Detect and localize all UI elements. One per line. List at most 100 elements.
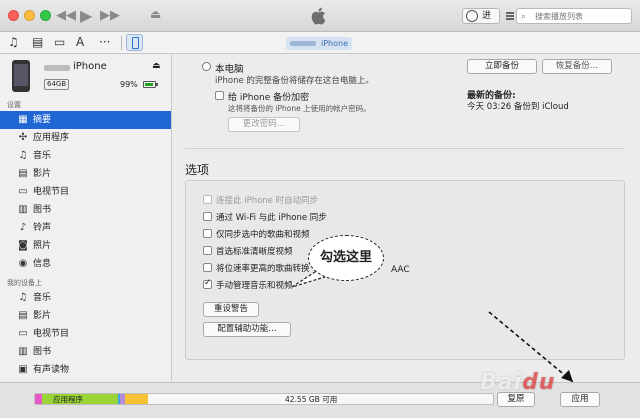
encrypt-backup-checkbox[interactable]	[215, 91, 224, 100]
this-computer-radio[interactable]	[202, 62, 211, 71]
sidebar-item-label: 音乐	[33, 293, 52, 303]
storage-segment	[35, 394, 43, 404]
option-label: 连接此 iPhone 时自动同步	[216, 196, 319, 206]
audiobook-icon: ▣	[18, 364, 28, 375]
tv-icon: ▭	[18, 186, 28, 197]
airplay-icon[interactable]: ⏏	[150, 7, 161, 21]
music-icon: ♫	[18, 292, 28, 303]
storage-segment	[124, 394, 148, 404]
media-nav-bar: ♫ ▤ ▭ A ··· iPhone	[0, 32, 640, 54]
sidebar-item-tv[interactable]: ▭ 电视节目	[0, 325, 171, 343]
option-label: 通过 Wi-Fi 与此 iPhone 同步	[216, 213, 327, 223]
sidebar-item-music[interactable]: ♫ 音乐	[0, 147, 171, 165]
search-field[interactable]: ⌕	[516, 8, 632, 24]
sidebar-item-movie[interactable]: ▤ 影片	[0, 307, 171, 325]
option-checkbox[interactable]	[203, 263, 212, 272]
apply-button[interactable]: 应用	[560, 392, 600, 407]
latest-backup-value: 今天 03:26 备份到 iCloud	[467, 102, 569, 112]
sidebar-item-apps[interactable]: ✣ 应用程序	[0, 129, 171, 147]
tv-icon: ▭	[18, 328, 28, 339]
sidebar-item-audiobook[interactable]: ▣ 有声读物	[0, 361, 171, 379]
title-bar: ◀◀ ▶ ▶▶ ⏏ 进 ⌕	[0, 0, 640, 32]
encrypt-backup-desc: 这将将备份的 iPhone 上使用的帐户密码。	[228, 104, 371, 113]
sidebar-item-camera[interactable]: ◙ 照片	[0, 237, 171, 255]
device-tab-label: iPhone	[320, 39, 348, 48]
option-checkbox[interactable]	[203, 195, 212, 204]
sidebar-item-label: 图书	[33, 347, 52, 357]
nav-separator	[121, 36, 122, 50]
sidebar-item-label: 应用程序	[33, 133, 70, 143]
sidebar-item-label: 影片	[33, 169, 52, 179]
device-name-redacted	[44, 65, 70, 71]
iphone-thumbnail-icon	[12, 60, 30, 92]
movies-nav-icon[interactable]: ▤	[32, 35, 43, 49]
minimize-window-button[interactable]	[24, 10, 35, 21]
settings-list: ▦ 摘要 ✣ 应用程序 ♫ 音乐 ▤ 影片 ▭ 电视节目 ▥ 图书 ♪ 铃声 ◙ 照片 ◉ 信息	[0, 111, 171, 273]
tv-nav-icon[interactable]: ▭	[54, 35, 65, 49]
music-nav-icon[interactable]: ♫	[8, 35, 19, 49]
configure-accessibility-button[interactable]: 配置辅助功能…	[203, 322, 291, 337]
sidebar-item-label: 摘要	[33, 115, 52, 125]
sidebar-item-tv[interactable]: ▭ 电视节目	[0, 183, 171, 201]
sidebar-item-summary[interactable]: ▦ 摘要	[0, 111, 171, 129]
sidebar-item-label: 信息	[33, 259, 52, 269]
sidebar-item-label: 铃声	[33, 223, 52, 233]
iphone-device-icon[interactable]	[126, 34, 143, 51]
movie-icon: ▤	[18, 310, 28, 321]
search-input[interactable]	[535, 9, 631, 23]
app-store-nav-icon[interactable]: A	[76, 35, 84, 49]
book-icon: ▥	[18, 346, 28, 357]
play-icon[interactable]: ▶	[80, 6, 92, 25]
change-password-button[interactable]: 更改密码…	[228, 117, 300, 132]
capacity-badge: 64GB	[44, 79, 70, 90]
device-name-redacted	[290, 41, 316, 46]
sidebar-item-book[interactable]: ▥ 图书	[0, 343, 171, 361]
device-header: iPhone ⏏ 64GB 99%	[0, 55, 171, 99]
restore-backup-button[interactable]: 恢复备份…	[542, 59, 612, 74]
user-icon	[466, 10, 478, 22]
encrypt-backup-label: 给 iPhone 备份加密	[228, 93, 310, 103]
device-tab[interactable]: iPhone	[286, 37, 352, 50]
backup-now-button[interactable]: 立即备份	[467, 59, 537, 74]
option-checkbox[interactable]	[203, 212, 212, 221]
reset-warnings-button[interactable]: 重设警告	[203, 302, 259, 317]
sidebar-item-label: 影片	[33, 311, 52, 321]
rewind-icon[interactable]: ◀◀	[56, 8, 76, 23]
sidebar-item-music[interactable]: ♫ 音乐	[0, 289, 171, 307]
option-label: 首选标准清晰度视频	[216, 247, 293, 257]
sidebar-item-label: 有声读物	[33, 365, 70, 375]
storage-segment	[117, 394, 121, 404]
music-icon: ♫	[18, 150, 28, 161]
sidebar-item-label: 音乐	[33, 151, 52, 161]
baidu-watermark: Baidu	[480, 370, 556, 395]
on-device-section-label: 我的设备上	[7, 279, 42, 287]
info-icon: ◉	[18, 258, 28, 269]
option-checkbox[interactable]	[203, 278, 212, 289]
this-computer-desc: iPhone 的完整备份将储存在这台电脑上。	[215, 76, 374, 86]
settings-section-label: 设置	[7, 101, 21, 109]
sidebar-item-label: 图书	[33, 205, 52, 215]
more-nav-icon[interactable]: ···	[99, 35, 110, 49]
option-checkbox[interactable]	[203, 246, 212, 255]
sidebar-item-book[interactable]: ▥ 图书	[0, 201, 171, 219]
annotation-callout: 勾选这里	[308, 235, 384, 281]
sidebar-item-info[interactable]: ◉ 信息	[0, 255, 171, 273]
zoom-window-button[interactable]	[40, 10, 51, 21]
device-name: iPhone	[73, 61, 107, 72]
sidebar-item-label: 电视节目	[33, 187, 70, 197]
sidebar-item-bell[interactable]: ♪ 铃声	[0, 219, 171, 237]
list-view-icon[interactable]	[506, 12, 514, 20]
search-icon: ⌕	[521, 12, 527, 22]
sidebar-item-movie[interactable]: ▤ 影片	[0, 165, 171, 183]
storage-segment	[120, 394, 125, 404]
section-divider	[185, 148, 625, 149]
account-label: 进	[482, 11, 492, 21]
on-device-list: ♫ 音乐 ▤ 影片 ▭ 电视节目 ▥ 图书 ▣ 有声读物	[0, 289, 171, 379]
close-window-button[interactable]	[8, 10, 19, 21]
fast-forward-icon[interactable]: ▶▶	[100, 8, 120, 23]
option-checkbox[interactable]	[203, 229, 212, 238]
bell-icon: ♪	[19, 222, 27, 233]
account-button[interactable]: 进	[462, 8, 500, 24]
eject-icon[interactable]: ⏏	[152, 61, 161, 71]
book-icon: ▥	[18, 204, 28, 215]
